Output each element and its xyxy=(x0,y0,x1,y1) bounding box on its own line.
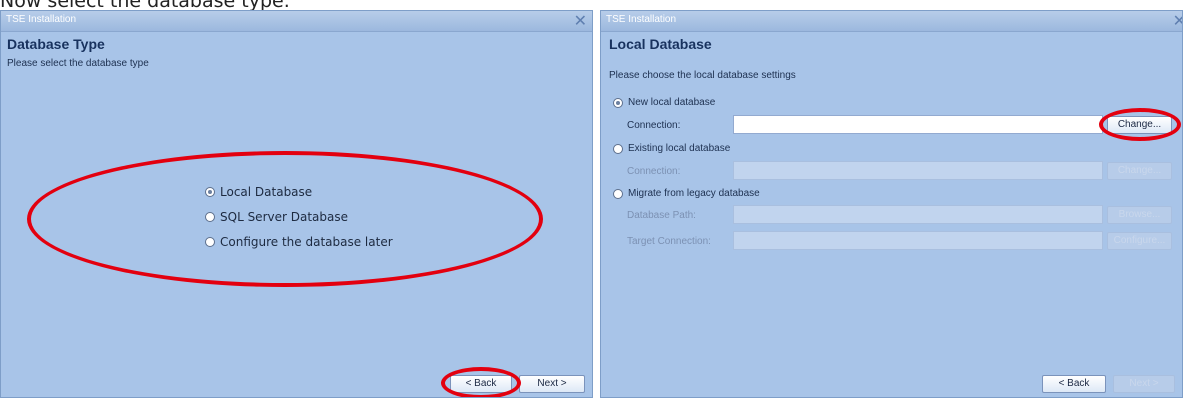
page-title: Local Database xyxy=(609,36,712,52)
database-path-field xyxy=(733,205,1103,224)
configure-button-disabled: Configure... xyxy=(1107,232,1172,250)
radio-empty-icon[interactable] xyxy=(613,143,623,154)
browse-button-disabled: Browse... xyxy=(1107,206,1172,224)
radio-label: Existing local database xyxy=(628,143,731,154)
target-connection-field xyxy=(733,231,1103,250)
close-icon[interactable]: ✕ xyxy=(574,11,587,31)
existing-connection-field xyxy=(733,161,1103,180)
page-subtitle: Please choose the local database setting… xyxy=(609,70,796,81)
database-type-dialog: TSE Installation ✕ Database Type Please … xyxy=(0,10,593,398)
window-title: TSE Installation xyxy=(6,14,77,25)
change-button-disabled: Change... xyxy=(1107,162,1172,180)
window-title: TSE Installation xyxy=(606,14,677,25)
highlight-back-ellipse xyxy=(441,367,521,397)
next-button-disabled: Next > xyxy=(1113,375,1175,393)
next-button[interactable]: Next > xyxy=(519,375,585,393)
radio-existing-local-database[interactable]: Existing local database xyxy=(613,143,730,154)
target-connection-label: Target Connection: xyxy=(627,236,711,247)
radio-label: Migrate from legacy database xyxy=(628,188,760,199)
title-bar: TSE Installation ✕ xyxy=(1,11,592,32)
radio-empty-icon[interactable] xyxy=(613,188,623,199)
local-database-dialog: TSE Installation ✕ Local Database Please… xyxy=(600,10,1183,398)
back-button[interactable]: < Back xyxy=(1042,375,1106,393)
connection-label: Connection: xyxy=(627,166,681,177)
radio-selected-icon[interactable] xyxy=(613,97,623,108)
highlight-change-ellipse xyxy=(1099,108,1181,141)
radio-label: New local database xyxy=(628,97,716,108)
new-connection-field[interactable] xyxy=(733,115,1103,134)
radio-new-local-database[interactable]: New local database xyxy=(613,97,715,108)
page-subtitle: Please select the database type xyxy=(7,58,149,69)
connection-label: Connection: xyxy=(627,120,681,131)
database-path-label: Database Path: xyxy=(627,210,696,221)
close-icon[interactable]: ✕ xyxy=(1173,11,1182,31)
page-title: Database Type xyxy=(7,36,105,52)
title-bar: TSE Installation ✕ xyxy=(601,11,1182,32)
highlight-options-ellipse xyxy=(27,151,543,287)
radio-migrate-legacy-database[interactable]: Migrate from legacy database xyxy=(613,188,760,199)
